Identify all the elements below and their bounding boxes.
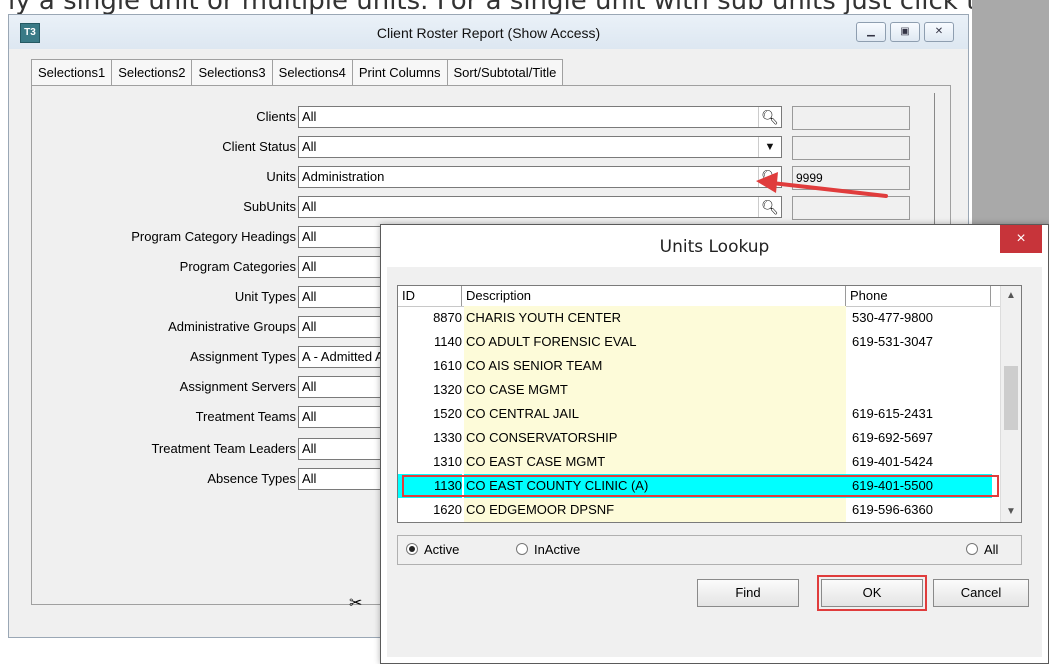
unit-id: 1520 <box>433 406 462 421</box>
radio-active[interactable]: Active <box>406 542 459 558</box>
unit-description: CO ADULT FORENSIC EVAL <box>464 330 846 354</box>
radio-dot <box>516 543 528 555</box>
list-item[interactable]: 1310 CO EAST CASE MGMT 619-401-5424 <box>398 450 1003 474</box>
unit-id: 1620 <box>433 502 462 517</box>
selected-row-highlight <box>402 475 999 497</box>
unit-id: 1140 <box>434 334 462 349</box>
dialog-title: Units Lookup <box>659 237 770 257</box>
unit-id: 8870 <box>433 310 462 325</box>
unit-phone: 619-596-6360 <box>852 502 933 517</box>
cancel-button[interactable]: Cancel <box>933 579 1029 607</box>
ok-button-highlight <box>817 575 927 611</box>
column-header-description[interactable]: Description <box>462 286 846 306</box>
status-filter: Active InActive All <box>397 535 1022 565</box>
unit-description: CO AIS SENIOR TEAM <box>464 354 846 378</box>
dialog-body: ID Description Phone 8870 CHARIS YOUTH C… <box>387 267 1042 657</box>
column-header-id[interactable]: ID <box>398 286 462 306</box>
list-item[interactable]: 1520 CO CENTRAL JAIL 619-615-2431 <box>398 402 1003 426</box>
list-item[interactable]: 1610 CO AIS SENIOR TEAM <box>398 354 1003 378</box>
dialog-title-bar[interactable]: Units Lookup × <box>381 225 1048 267</box>
scrollbar-thumb[interactable] <box>1004 366 1018 430</box>
radio-inactive[interactable]: InActive <box>516 542 580 558</box>
unit-description: CO EDGEMOOR DPSNF <box>464 498 846 522</box>
unit-phone: 619-401-5424 <box>852 454 933 469</box>
unit-phone: 619-531-3047 <box>852 334 933 349</box>
list-item[interactable]: 1330 CO CONSERVATORSHIP 619-692-5697 <box>398 426 1003 450</box>
unit-description: CO EAST CASE MGMT <box>464 450 846 474</box>
unit-id: 1610 <box>433 358 462 373</box>
find-button[interactable]: Find <box>697 579 799 607</box>
unit-phone: 530-477-9800 <box>852 310 933 325</box>
list-item[interactable]: 1140 CO ADULT FORENSIC EVAL 619-531-3047 <box>398 330 1003 354</box>
unit-phone: 619-692-5697 <box>852 430 933 445</box>
unit-id: 1320 <box>433 382 462 397</box>
radio-dot <box>966 543 978 555</box>
unit-id: 1310 <box>433 454 462 469</box>
unit-description: CHARIS YOUTH CENTER <box>464 306 846 330</box>
list-item[interactable]: 1320 CO CASE MGMT <box>398 378 1003 402</box>
unit-description: CO CASE MGMT <box>464 378 846 402</box>
unit-phone: 619-615-2431 <box>852 406 933 421</box>
units-list: ID Description Phone 8870 CHARIS YOUTH C… <box>397 285 1022 523</box>
unit-description: CO CENTRAL JAIL <box>464 402 846 426</box>
unit-description: CO CONSERVATORSHIP <box>464 426 846 450</box>
column-header-phone[interactable]: Phone <box>846 286 991 306</box>
list-item[interactable]: 1620 CO EDGEMOOR DPSNF 619-596-6360 <box>398 498 1003 522</box>
list-item[interactable]: 8870 CHARIS YOUTH CENTER 530-477-9800 <box>398 306 1003 330</box>
radio-dot <box>406 543 418 555</box>
close-icon[interactable]: × <box>1000 225 1042 253</box>
units-lookup-dialog: Units Lookup × ID Description Phone 8870… <box>380 224 1049 664</box>
chevron-up-icon[interactable]: ▲ <box>1001 290 1021 301</box>
list-scrollbar[interactable]: ▲ ▼ <box>1000 286 1021 522</box>
unit-id: 1330 <box>433 430 462 445</box>
chevron-down-icon[interactable]: ▼ <box>1001 506 1021 517</box>
list-header: ID Description Phone <box>398 286 1003 307</box>
radio-all[interactable]: All <box>966 542 998 558</box>
